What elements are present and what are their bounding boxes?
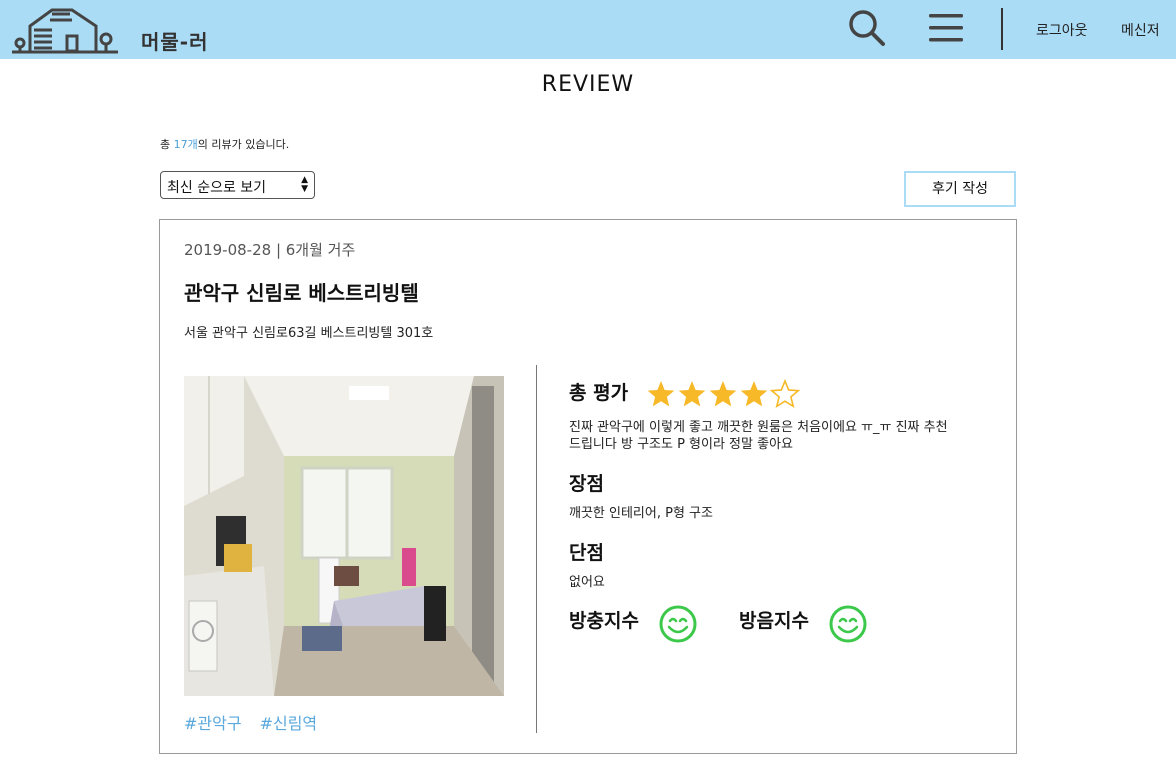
overall-comment-line: 드립니다 방 구조도 P 형이라 정말 좋아요 <box>569 437 793 452</box>
smile-face-icon <box>829 605 867 643</box>
hashtag-list: #관악구 #신림역 <box>184 710 335 734</box>
sort-select[interactable]: 최신 순으로 보기 ▲ ▼ <box>160 171 315 199</box>
header-divider <box>1001 8 1003 50</box>
search-icon[interactable] <box>848 9 886 47</box>
star-filled-icon <box>678 381 706 407</box>
review-building-name: 관악구 신림로 베스트리빙텔 <box>184 281 419 305</box>
star-filled-icon <box>740 381 768 407</box>
star-filled-icon <box>709 381 737 407</box>
review-count-suffix: 의 리뷰가 있습니다. <box>197 138 290 151</box>
pros-label: 장점 <box>569 473 604 495</box>
review-card: 2019-08-28 | 6개월 거주 관악구 신림로 베스트리빙텔 서울 관악… <box>159 219 1017 754</box>
star-filled-icon <box>647 381 675 407</box>
card-vertical-divider <box>536 365 537 733</box>
house-logo-icon[interactable] <box>12 6 118 54</box>
sort-select-value: 최신 순으로 보기 <box>167 180 267 196</box>
review-count-number: 17개 <box>173 138 198 151</box>
star-rating <box>647 378 801 409</box>
overall-rating-label: 총 평가 <box>569 382 629 404</box>
review-count: 총 17개의 리뷰가 있습니다. <box>160 136 289 152</box>
messenger-link[interactable]: 메신저 <box>1121 20 1160 40</box>
review-date-stay: 2019-08-28 | 6개월 거주 <box>184 241 356 259</box>
smile-face-icon <box>659 605 697 643</box>
hashtag[interactable]: #신림역 <box>260 714 318 733</box>
logout-link[interactable]: 로그아웃 <box>1036 20 1088 40</box>
star-empty-icon <box>769 378 801 409</box>
hashtag[interactable]: #관악구 <box>184 714 242 733</box>
room-photo-illustration <box>184 376 504 696</box>
noise-index-label: 방음지수 <box>739 610 809 632</box>
overall-comment: 진짜 관악구에 이렇게 좋고 깨끗한 원룸은 처음이에요 ㅠ_ㅠ 진짜 추천 드… <box>569 419 969 453</box>
pros-text: 깨끗한 인테리어, P형 구조 <box>569 506 713 521</box>
select-arrows-icon: ▲ ▼ <box>301 175 308 194</box>
room-photo[interactable] <box>184 376 504 696</box>
write-review-button[interactable]: 후기 작성 <box>904 171 1016 207</box>
brand-name: 머물-러 <box>141 30 209 54</box>
cons-label: 단점 <box>569 542 604 564</box>
top-header: 머물-러 로그아웃 메신저 <box>0 0 1176 59</box>
hamburger-menu-icon[interactable] <box>929 13 963 43</box>
page-title: REVIEW <box>541 72 635 97</box>
insulation-index-label: 방충지수 <box>569 610 639 632</box>
review-address: 서울 관악구 신림로63길 베스트리빙텔 301호 <box>184 326 434 341</box>
overall-comment-line: 진짜 관악구에 이렇게 좋고 깨끗한 원룸은 처음이에요 ㅠ_ㅠ 진짜 추천 <box>569 420 948 435</box>
review-count-prefix: 총 <box>160 138 174 151</box>
cons-text: 없어요 <box>569 575 605 590</box>
